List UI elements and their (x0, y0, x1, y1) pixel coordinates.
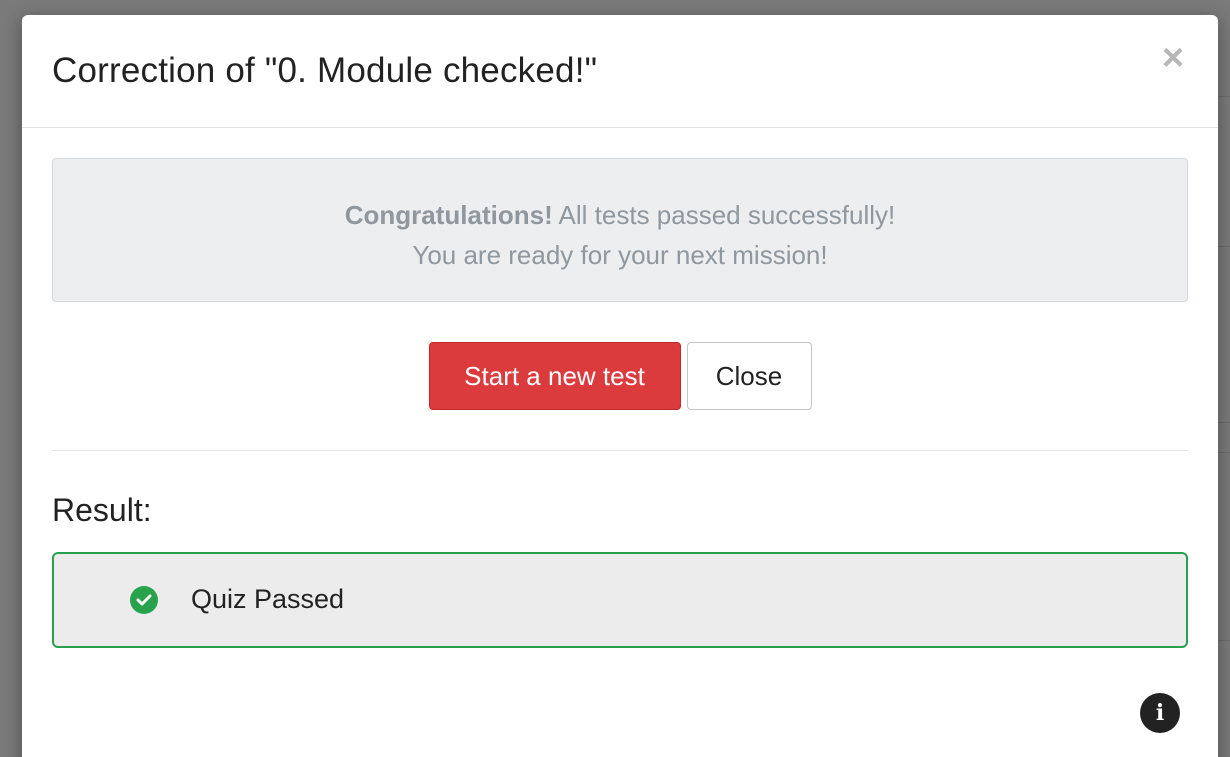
action-buttons: Start a new test Close (52, 342, 1188, 410)
backdrop-line (1216, 640, 1230, 641)
backdrop-line (1216, 246, 1230, 247)
modal-title: Correction of "0. Module checked!" (52, 51, 598, 90)
check-circle-icon (130, 586, 158, 614)
start-new-test-button[interactable]: Start a new test (428, 342, 681, 410)
result-item: Quiz Passed (52, 552, 1188, 648)
divider (52, 450, 1188, 451)
alert-line-2: You are ready for your next mission! (412, 240, 828, 270)
alert-line-1: Congratulations! All tests passed succes… (53, 195, 1187, 235)
alert-line-1-text: All tests passed successfully! (552, 200, 896, 230)
backdrop-line (1216, 96, 1230, 97)
modal-header: Correction of "0. Module checked!" × (22, 15, 1218, 128)
correction-modal: Correction of "0. Module checked!" × Con… (22, 15, 1218, 757)
modal-body: Congratulations! All tests passed succes… (52, 158, 1188, 648)
alert-strong: Congratulations! (344, 200, 553, 230)
info-icon[interactable]: i (1140, 693, 1180, 733)
congratulations-alert: Congratulations! All tests passed succes… (52, 158, 1188, 302)
result-heading: Result: (52, 492, 152, 528)
backdrop-line (1216, 452, 1230, 453)
backdrop-line (1216, 422, 1230, 423)
close-icon[interactable]: × (1158, 39, 1188, 77)
close-button[interactable]: Close (686, 342, 812, 410)
result-status-label: Quiz Passed (191, 584, 345, 614)
